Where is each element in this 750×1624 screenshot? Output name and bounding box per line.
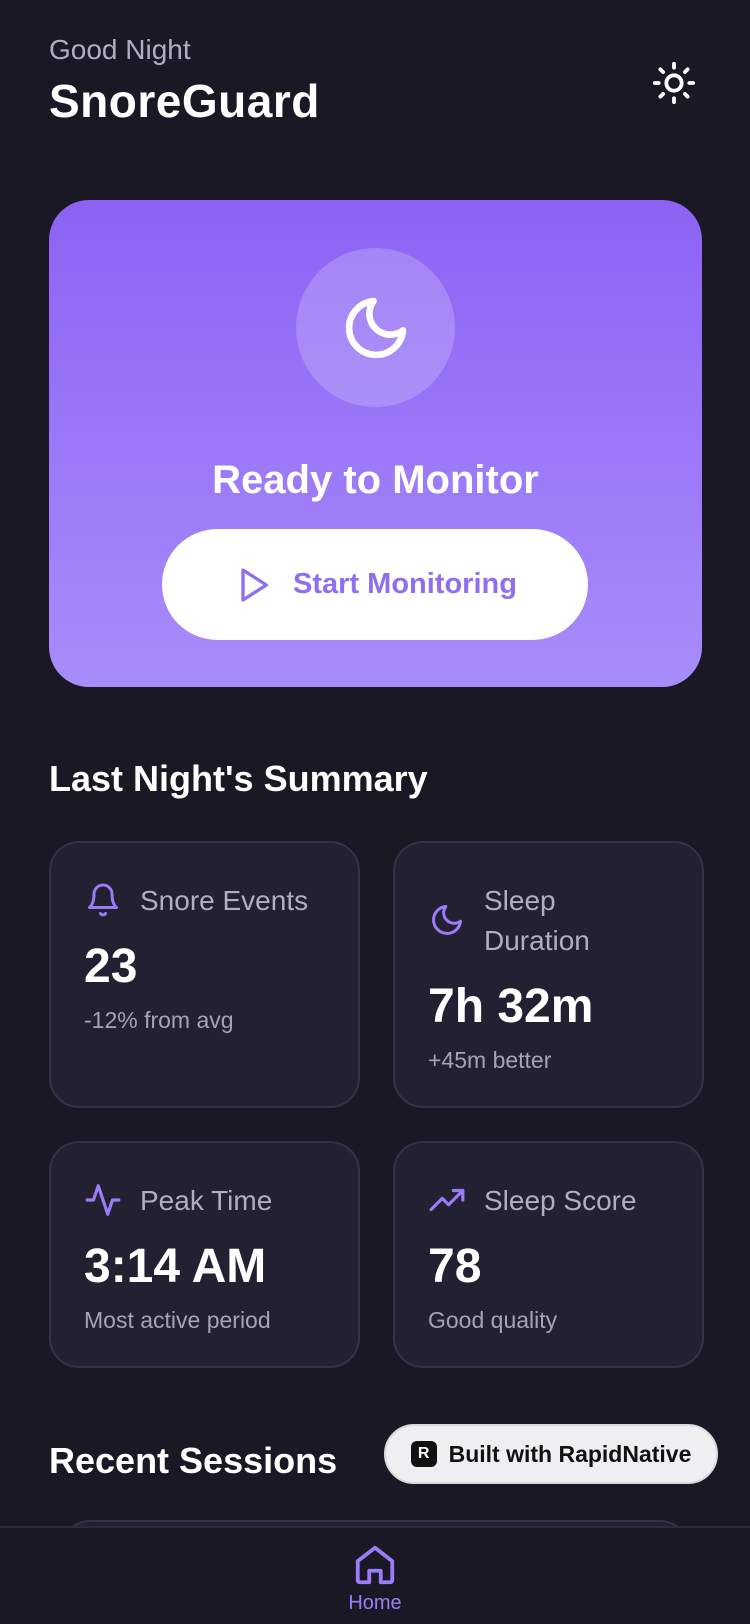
card-label: Sleep Score: [484, 1185, 637, 1216]
app-screen: Good Night SnoreGuard Ready to Monitor S…: [0, 0, 750, 1624]
card-subtext: Good quality: [428, 1307, 558, 1333]
greeting-text: Good Night: [49, 34, 191, 65]
card-subtext: Most active period: [84, 1307, 271, 1333]
summary-title: Last Night's Summary: [49, 758, 428, 799]
card-label: Peak Time: [140, 1185, 273, 1216]
card-value: 3:14 AM: [84, 1240, 267, 1293]
activity-icon: [84, 1181, 122, 1219]
card-label: Snore Events: [140, 885, 309, 916]
trending-up-icon: [428, 1181, 466, 1219]
card-value: 7h 32m: [428, 980, 594, 1033]
peak-time-card[interactable]: Peak Time 3:14 AM Most active period: [49, 1141, 360, 1368]
built-with-label: Built with RapidNative: [448, 1440, 692, 1467]
moon-badge: [296, 248, 455, 407]
card-label: Sleep Duration: [484, 885, 590, 956]
bottom-nav: Home: [0, 1526, 750, 1624]
moon-icon: [345, 297, 406, 358]
snore-events-card[interactable]: Snore Events 23 -12% from avg: [49, 841, 360, 1108]
nav-item-home[interactable]: Home: [325, 1542, 425, 1624]
card-value: 78: [428, 1240, 482, 1293]
header: Good Night SnoreGuard: [49, 34, 701, 134]
built-with-badge[interactable]: R Built with RapidNative: [384, 1424, 718, 1484]
monitor-status: Ready to Monitor: [212, 458, 539, 502]
nav-label-home: Home: [348, 1592, 402, 1614]
monitor-card: Ready to Monitor Start Monitoring: [49, 200, 702, 687]
app-title: SnoreGuard: [49, 75, 320, 127]
theme-toggle-button[interactable]: [647, 56, 701, 110]
sun-icon: [652, 61, 696, 105]
start-monitoring-button[interactable]: Start Monitoring: [162, 529, 588, 640]
sleep-duration-card[interactable]: Sleep Duration 7h 32m +45m better: [393, 841, 704, 1108]
start-monitoring-label: Start Monitoring: [293, 568, 517, 600]
bell-icon: [84, 881, 122, 919]
card-value: 23: [84, 940, 138, 993]
rapidnative-logo-icon: R: [410, 1441, 437, 1467]
card-subtext: -12% from avg: [84, 1007, 234, 1033]
recent-sessions-title: Recent Sessions: [49, 1440, 338, 1481]
sleep-score-card[interactable]: Sleep Score 78 Good quality: [393, 1141, 704, 1368]
card-subtext: +45m better: [428, 1047, 552, 1073]
home-icon: [355, 1545, 395, 1585]
moon-icon: [428, 901, 466, 939]
play-icon: [241, 567, 269, 602]
